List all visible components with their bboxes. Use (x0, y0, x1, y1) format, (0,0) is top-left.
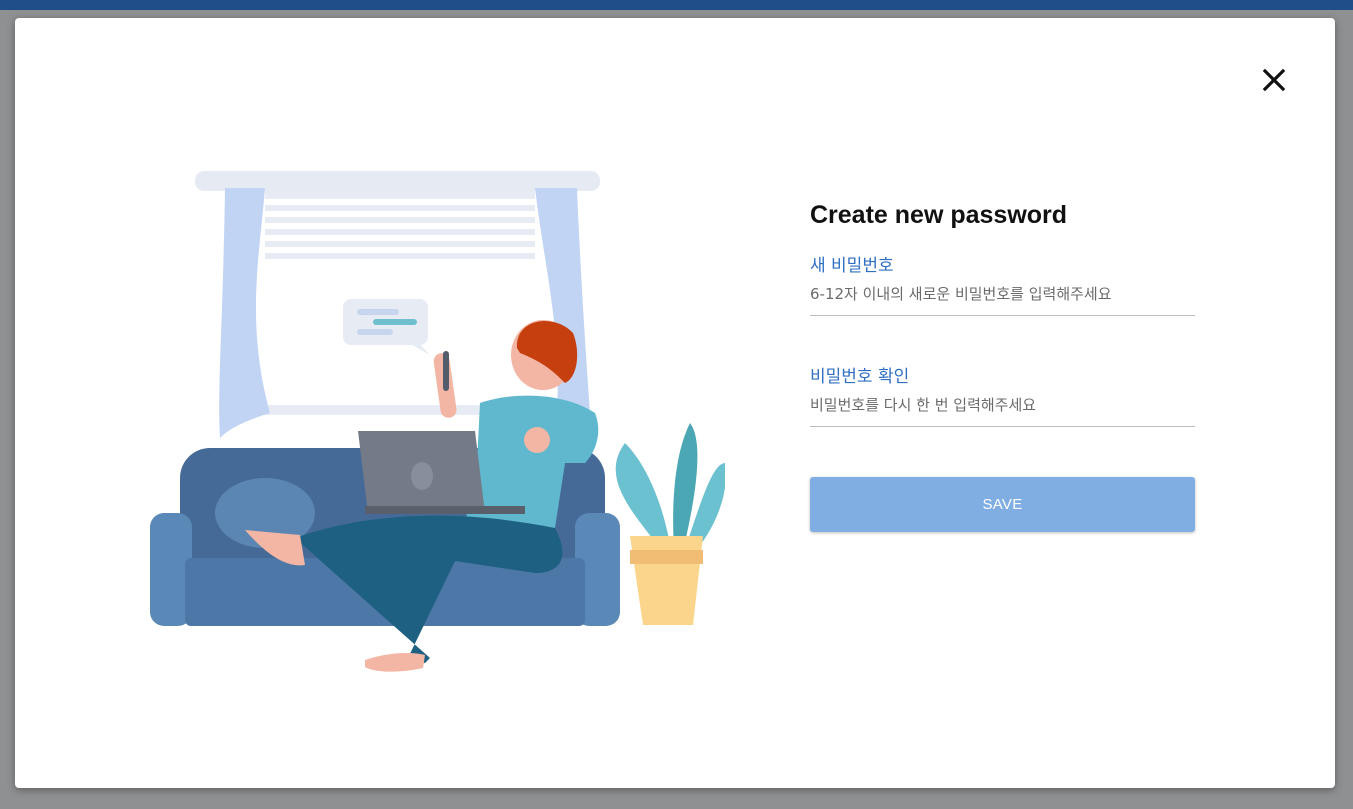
new-password-input[interactable] (810, 283, 1195, 305)
confirm-password-input[interactable] (810, 394, 1195, 416)
plant-illustration (615, 423, 726, 625)
confirm-password-label: 비밀번호 확인 (810, 367, 910, 387)
password-form: Create new password 새 비밀번호 비밀번호 확인 SAVE (810, 200, 1195, 532)
close-icon (1262, 68, 1286, 92)
confirm-password-field[interactable]: 비밀번호 확인 (810, 366, 1195, 427)
close-button[interactable] (1260, 66, 1288, 94)
illustration (125, 163, 726, 683)
app-top-bar (0, 0, 1353, 10)
new-password-label: 새 비밀번호 (810, 256, 894, 276)
dialog-title: Create new password (810, 201, 1068, 229)
save-button[interactable]: SAVE (810, 477, 1195, 532)
create-password-dialog: Create new password 새 비밀번호 비밀번호 확인 SAVE (15, 18, 1335, 788)
new-password-field[interactable]: 새 비밀번호 (810, 255, 1195, 316)
